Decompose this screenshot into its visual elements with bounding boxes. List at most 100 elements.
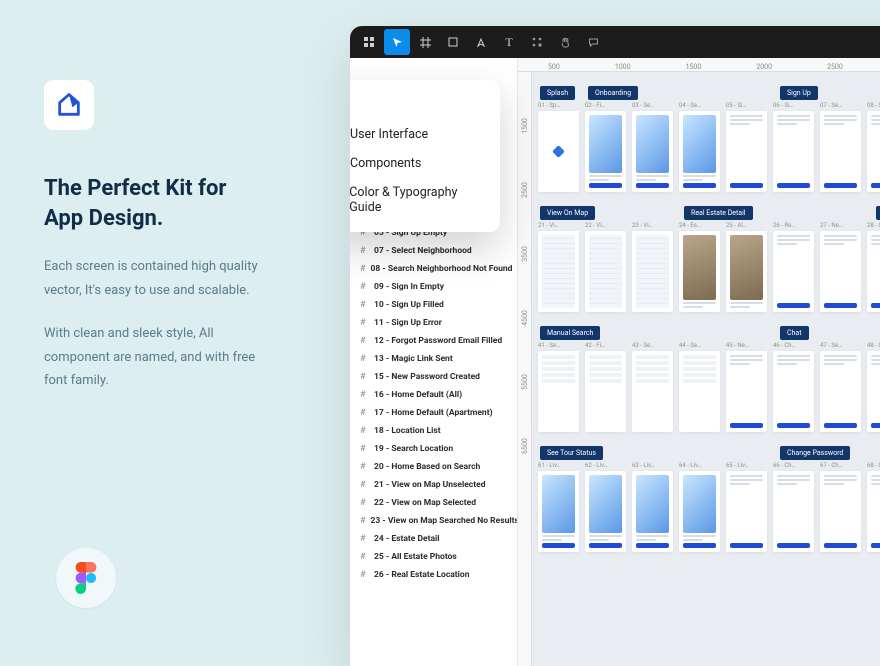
frame-body	[773, 111, 814, 192]
canvas-frame[interactable]: 45 - Ne…	[726, 342, 767, 432]
section-label[interactable]: Change Password	[780, 446, 850, 460]
section-label[interactable]: Manual Search	[540, 326, 600, 340]
menu-tool[interactable]	[356, 29, 382, 55]
frame-title: 21 - Vi…	[538, 222, 579, 229]
layer-label: 21 - View on Map Unselected	[374, 480, 485, 490]
hand-tool[interactable]	[552, 29, 578, 55]
layer-label: 24 - Estate Detail	[374, 534, 440, 544]
frame-icon: #	[360, 408, 369, 418]
pen-tool[interactable]	[468, 29, 494, 55]
canvas-frame[interactable]: 07 - Se…	[820, 102, 861, 192]
canvas-frame[interactable]: 23 - Vi…	[632, 222, 673, 312]
layer-row[interactable]: #09 - Sign In Empty	[350, 278, 517, 296]
canvas-frame[interactable]: 44 - Se…	[679, 342, 720, 432]
layer-row[interactable]: #13 - Magic Link Sent	[350, 350, 517, 368]
text-tool[interactable]: T	[496, 29, 522, 55]
move-tool[interactable]	[384, 29, 410, 55]
layer-row[interactable]: #18 - Location List	[350, 422, 517, 440]
canvas-frame[interactable]: 67 - Ch…	[820, 462, 861, 552]
canvas-frame[interactable]: 02 - Fi…	[585, 102, 626, 192]
layer-row[interactable]: #17 - Home Default (Apartment)	[350, 404, 517, 422]
canvas-frame[interactable]: 21 - Vi…	[538, 222, 579, 312]
frame-title: 23 - Vi…	[632, 222, 673, 229]
layer-row[interactable]: #22 - View on Map Selected	[350, 494, 517, 512]
canvas-frame[interactable]: 22 - Vi…	[585, 222, 626, 312]
frame-title: 25 - Al…	[726, 222, 767, 229]
canvas-frame[interactable]: 25 - Al…	[726, 222, 767, 312]
frame-icon: #	[360, 480, 369, 490]
layer-row[interactable]: #26 - Real Estate Location	[350, 566, 517, 584]
layer-row[interactable]: #24 - Estate Detail	[350, 530, 517, 548]
canvas-frame[interactable]: 28 - Ch…	[867, 222, 880, 312]
section-label[interactable]: Schedule In Person Tour	[876, 206, 880, 220]
section-label[interactable]: View On Map	[540, 206, 595, 220]
layer-row[interactable]: #19 - Search Location	[350, 440, 517, 458]
canvas-frame[interactable]: 41 - Se…	[538, 342, 579, 432]
canvas-frame[interactable]: 06 - Si…	[773, 102, 814, 192]
comment-tool[interactable]	[580, 29, 606, 55]
canvas-frame[interactable]: 65 - Liv…	[726, 462, 767, 552]
canvas[interactable]: 500100015002000250030003500 150025003500…	[518, 58, 880, 666]
ruler-left: 150025003500450055006500	[518, 72, 532, 666]
app-logo	[44, 80, 94, 130]
layer-row[interactable]: #10 - Sign Up Filled	[350, 296, 517, 314]
canvas-frame[interactable]: 27 - Ne…	[820, 222, 861, 312]
canvas-frame[interactable]: 24 - Es…	[679, 222, 720, 312]
layer-row[interactable]: #23 - View on Map Searched No Results	[350, 512, 517, 530]
frame-title: 44 - Se…	[679, 342, 720, 349]
canvas-frame[interactable]: 47 - Se…	[820, 342, 861, 432]
layer-row[interactable]: #08 - Search Neighborhood Not Found	[350, 260, 517, 278]
promo-paragraph-2: With clean and sleek style, All componen…	[44, 322, 264, 392]
frame-tool[interactable]	[412, 29, 438, 55]
resources-tool[interactable]	[524, 29, 550, 55]
layer-row[interactable]: #12 - Forgot Password Email Filled	[350, 332, 517, 350]
frame-title: 62 - Liv…	[585, 462, 626, 469]
canvas-frame[interactable]: 01 - Sp…	[538, 102, 579, 192]
canvas-frame[interactable]: 03 - Se…	[632, 102, 673, 192]
layer-row[interactable]: #21 - View on Map Unselected	[350, 476, 517, 494]
section-label[interactable]: Sign Up	[780, 86, 818, 100]
section-label[interactable]: Splash	[540, 86, 575, 100]
frame-body	[867, 111, 880, 192]
frame-title: 01 - Sp…	[538, 102, 579, 109]
layer-row[interactable]: #07 - Select Neighborhood	[350, 242, 517, 260]
canvas-frame[interactable]: 05 - Si…	[726, 102, 767, 192]
section-label[interactable]: See Tour Status	[540, 446, 603, 460]
frame-title: 68 - Ch…	[867, 462, 880, 469]
canvas-frame[interactable]: 62 - Liv…	[585, 462, 626, 552]
page-item[interactable]: 🎨Color & Typography Guide	[350, 178, 500, 222]
layer-label: 09 - Sign In Empty	[374, 282, 444, 292]
frame-title: 41 - Se…	[538, 342, 579, 349]
page-item[interactable]: 📚Components	[350, 149, 500, 178]
canvas-frame[interactable]: 08 - Se…	[867, 102, 880, 192]
canvas-frame[interactable]: 48 - Ch…	[867, 342, 880, 432]
page-item[interactable]: ✓🎉User Interface	[350, 120, 500, 149]
layer-row[interactable]: #16 - Home Default (All)	[350, 386, 517, 404]
canvas-frame[interactable]: 61 - Liv…	[538, 462, 579, 552]
canvas-frame[interactable]: 64 - Liv…	[679, 462, 720, 552]
layer-label: 15 - New Password Created	[374, 372, 480, 382]
canvas-frame[interactable]: 42 - Fi…	[585, 342, 626, 432]
layer-row[interactable]: #11 - Sign Up Error	[350, 314, 517, 332]
section-label[interactable]: Real Estate Detail	[684, 206, 753, 220]
frame-body	[538, 231, 579, 312]
layer-row[interactable]: #20 - Home Based on Search	[350, 458, 517, 476]
canvas-frame[interactable]: 43 - Se…	[632, 342, 673, 432]
layer-row[interactable]: #15 - New Password Created	[350, 368, 517, 386]
frame-body	[585, 231, 626, 312]
canvas-frame[interactable]: 46 - Ch…	[773, 342, 814, 432]
shape-tool[interactable]	[440, 29, 466, 55]
layer-label: 17 - Home Default (Apartment)	[374, 408, 493, 418]
layer-label: 22 - View on Map Selected	[374, 498, 476, 508]
section-label[interactable]: Chat	[780, 326, 809, 340]
canvas-frame[interactable]: 26 - Re…	[773, 222, 814, 312]
frame-icon: #	[360, 552, 369, 562]
canvas-frame[interactable]: 04 - Se…	[679, 102, 720, 192]
section-label[interactable]: Onboarding	[588, 86, 638, 100]
canvas-frame[interactable]: 66 - Ch…	[773, 462, 814, 552]
canvas-frame[interactable]: 63 - Liv…	[632, 462, 673, 552]
canvas-frame[interactable]: 68 - Ch…	[867, 462, 880, 552]
layer-label: 12 - Forgot Password Email Filled	[374, 336, 502, 346]
pages-popover: Pages ✓🎉User Interface📚Components🎨Color …	[350, 80, 500, 232]
layer-row[interactable]: #25 - All Estate Photos	[350, 548, 517, 566]
